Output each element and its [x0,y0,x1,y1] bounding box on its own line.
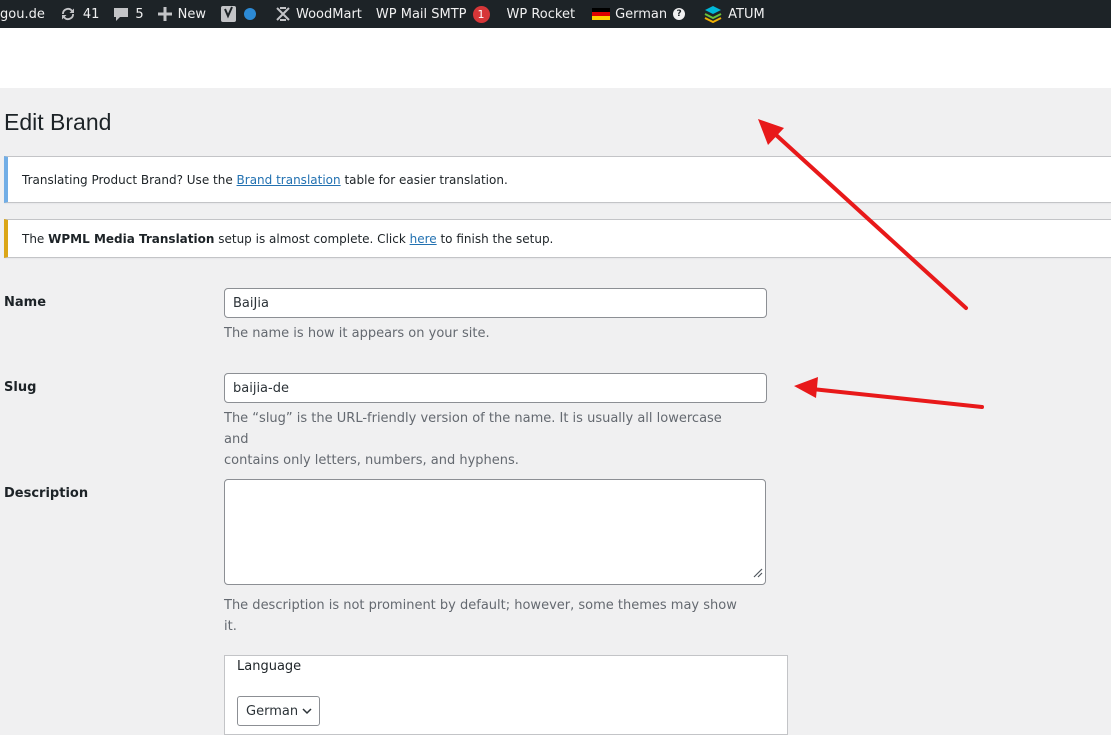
notice-text-after: to finish the setup. [436,231,554,246]
wp-mail-smtp-menu[interactable]: WP Mail SMTP 1 [369,0,497,28]
resize-handle-icon[interactable] [753,563,763,582]
comments-count: 5 [135,6,144,22]
seo-status-dot-icon [244,8,257,20]
header-band [0,28,1111,88]
name-label: Name [4,295,47,310]
wp-mail-smtp-label: WP Mail SMTP [375,6,467,22]
notice-text-after: table for easier translation. [340,172,508,187]
annotation-arrow-title [758,119,968,310]
comment-icon [113,7,129,22]
translation-notice: Translating Product Brand? Use the Brand… [4,156,1111,203]
german-flag-icon [592,8,611,20]
name-input[interactable]: BaiJia [224,288,767,318]
chevron-down-icon [302,708,312,715]
wp-rocket-menu[interactable]: WP Rocket [497,0,583,28]
notice-text-before: The [22,231,49,246]
yoast-seo-menu[interactable] [213,0,269,28]
atum-menu[interactable]: ATUM [692,0,772,28]
slug-label: Slug [4,380,37,395]
site-name: gou.de [0,6,45,22]
language-select-value: German [246,703,299,719]
site-name-link[interactable]: gou.de [0,0,52,28]
finish-setup-link[interactable]: here [410,232,437,246]
description-label: Description [4,486,89,501]
notification-badge: 1 [472,5,490,23]
slug-help-line-1: The “slug” is the URL-friendly version o… [224,411,722,447]
language-select[interactable]: German [237,696,320,726]
slug-input[interactable]: baijia-de [224,373,767,403]
slug-help-line-2: contains only letters, numbers, and hyph… [224,453,519,468]
new-content-link[interactable]: New [151,0,213,28]
notice-text-middle: setup is almost complete. Click [214,231,410,246]
wp-rocket-label: WP Rocket [506,6,576,22]
help-icon: ? [673,8,686,20]
language-box: Language German [224,655,788,735]
notice-text-before: Translating Product Brand? Use the [22,172,237,187]
yoast-icon [220,5,238,23]
wpml-notice-text: The WPML Media Translation setup is almo… [22,232,553,246]
woodmart-icon [276,7,290,21]
description-textarea[interactable] [224,479,766,585]
atum-icon [704,5,722,23]
woodmart-menu[interactable]: WoodMart [269,0,369,28]
annotation-arrow-slug [794,377,984,409]
plus-icon [157,7,172,21]
admin-bar: gou.de 41 5 New WoodMart WP Mail SMTP 1 … [0,0,1111,28]
comments-link[interactable]: 5 [106,0,150,28]
slug-help-text: The “slug” is the URL-friendly version o… [224,408,744,471]
updates-link[interactable]: 41 [52,0,107,28]
woodmart-label: WoodMart [296,6,362,22]
brand-translation-link[interactable]: Brand translation [237,173,341,187]
language-label: German [615,6,668,22]
page-title: Edit Brand [4,109,112,135]
atum-label: ATUM [728,6,765,22]
name-help-text: The name is how it appears on your site. [224,326,490,341]
translation-notice-text: Translating Product Brand? Use the Brand… [22,173,508,187]
language-switcher[interactable]: German ? [582,0,692,28]
wpml-setup-notice: The WPML Media Translation setup is almo… [4,219,1111,258]
updates-icon [59,6,77,22]
notice-text-bold: WPML Media Translation [48,231,215,246]
description-help-text: The description is not prominent by defa… [224,598,737,634]
updates-count: 41 [82,6,100,22]
language-box-title: Language [237,659,302,674]
new-label: New [177,6,207,22]
